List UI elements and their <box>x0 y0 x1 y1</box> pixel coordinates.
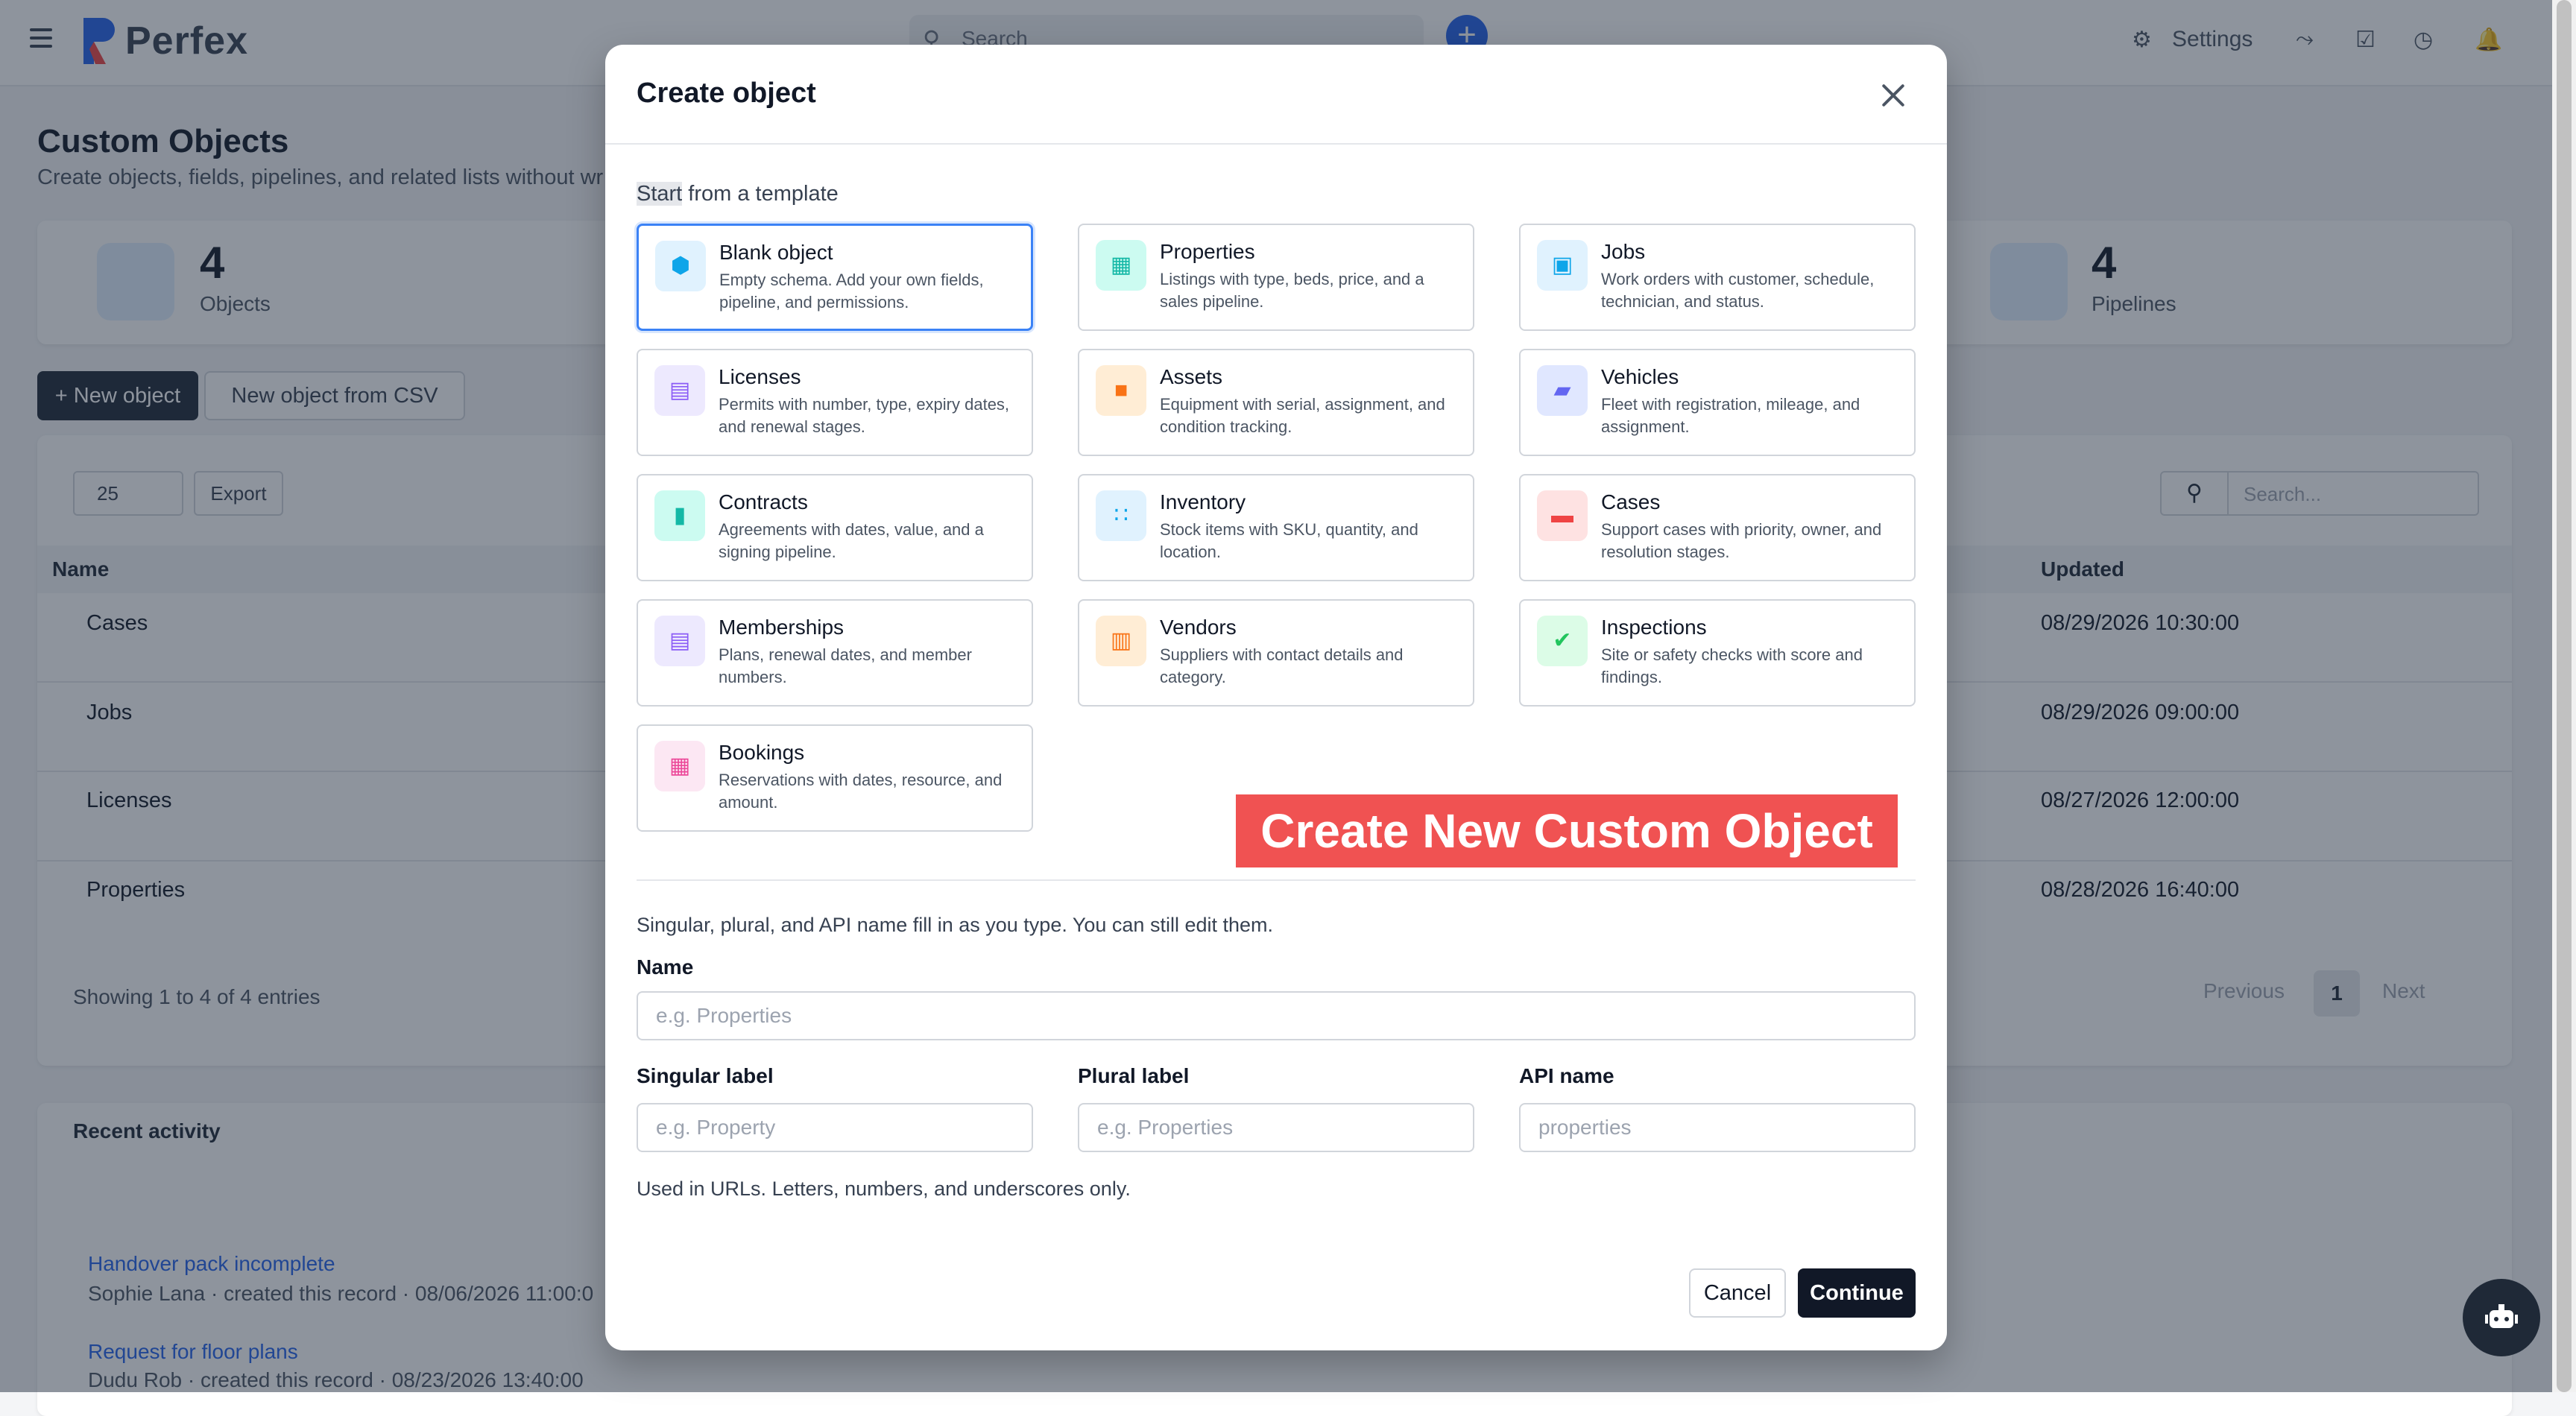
template-name: Assets <box>1160 365 1223 388</box>
name-field[interactable] <box>637 991 1916 1040</box>
robot-icon <box>2485 1304 2518 1328</box>
template-name: Vendors <box>1160 616 1237 639</box>
briefcase-icon: ▣ <box>1537 240 1588 291</box>
create-object-modal: Create object Start from a template ⬢ Bla… <box>605 45 1947 1350</box>
template-card-properties[interactable]: ▦ Properties Listings with type, beds, pri… <box>1078 224 1474 331</box>
clipboard-check-icon: ✔ <box>1537 616 1588 666</box>
id-card-icon: ▤ <box>654 365 705 416</box>
page-scrollbar[interactable] <box>2552 0 2576 1392</box>
template-description: Equipment with serial, assignment, and c… <box>1160 395 1445 436</box>
building-icon: ▦ <box>1096 240 1146 291</box>
template-description: Listings with type, beds, price, and a s… <box>1160 270 1424 311</box>
singular-label: Singular label <box>637 1064 774 1087</box>
ticket-icon: ▬ <box>1537 490 1588 541</box>
plural-label: Plural label <box>1078 1064 1190 1087</box>
template-name: Contracts <box>719 490 808 513</box>
section-divider <box>637 879 1916 881</box>
template-card-vehicles[interactable]: ▰ Vehicles Fleet with registration, mileag… <box>1519 349 1916 456</box>
template-name: Cases <box>1601 490 1661 513</box>
template-description: Work orders with customer, schedule, tec… <box>1601 270 1875 311</box>
template-card-jobs[interactable]: ▣ Jobs Work orders with customer, schedule… <box>1519 224 1916 331</box>
continue-button[interactable]: Continue <box>1798 1268 1916 1318</box>
template-card-inventory[interactable]: ∷ Inventory Stock items with SKU, quantity… <box>1078 474 1474 581</box>
singular-label-field[interactable] <box>637 1103 1033 1152</box>
template-name: Vehicles <box>1601 365 1679 388</box>
template-name: Licenses <box>719 365 801 388</box>
template-card-cases[interactable]: ▬ Cases Support cases with priority, owner… <box>1519 474 1916 581</box>
template-card-licenses[interactable]: ▤ Licenses Permits with number, type, expi… <box>637 349 1033 456</box>
chatbot-button[interactable] <box>2463 1279 2540 1356</box>
template-card-assets[interactable]: ■ Assets Equipment with serial, assignment… <box>1078 349 1474 456</box>
template-card-bookings[interactable]: ▦ Bookings Reservations with dates, resour… <box>637 724 1033 832</box>
plural-label-field[interactable] <box>1078 1103 1474 1152</box>
api-name-hint: Used in URLs. Letters, numbers, and unde… <box>637 1178 1131 1200</box>
template-description: Fleet with registration, mileage, and as… <box>1601 395 1860 436</box>
template-card-blank-object[interactable]: ⬢ Blank object Empty schema. Add your own … <box>637 224 1033 331</box>
section-label-highlight: Start <box>637 182 683 206</box>
template-name: Blank object <box>719 241 833 264</box>
box-icon: ■ <box>1096 365 1146 416</box>
modal-header-divider <box>605 143 1947 145</box>
template-description: Empty schema. Add your own fields, pipel… <box>719 271 984 312</box>
template-description: Support cases with priority, owner, and … <box>1601 520 1882 561</box>
template-description: Stock items with SKU, quantity, and loca… <box>1160 520 1418 561</box>
id-card-icon: ▤ <box>654 616 705 666</box>
api-name-label: API name <box>1519 1064 1614 1087</box>
autofill-helper-text: Singular, plural, and API name fill in a… <box>637 914 1274 936</box>
section-label-rest: from a template <box>682 182 839 206</box>
template-card-memberships[interactable]: ▤ Memberships Plans, renewal dates, and me… <box>637 599 1033 707</box>
template-name: Inventory <box>1160 490 1246 513</box>
template-card-vendors[interactable]: ▥ Vendors Suppliers with contact details a… <box>1078 599 1474 707</box>
api-name-field[interactable] <box>1519 1103 1916 1152</box>
template-section-label: Start from a template <box>637 182 839 206</box>
template-name: Inspections <box>1601 616 1707 639</box>
template-name: Bookings <box>719 741 805 764</box>
template-description: Plans, renewal dates, and member numbers… <box>719 645 972 686</box>
template-name: Properties <box>1160 240 1255 263</box>
cube-icon: ⬢ <box>655 241 706 291</box>
name-label: Name <box>637 955 694 979</box>
template-description: Agreements with dates, value, and a sign… <box>719 520 984 561</box>
modal-title: Create object <box>637 78 816 109</box>
cancel-button[interactable]: Cancel <box>1689 1268 1786 1318</box>
template-description: Reservations with dates, resource, and a… <box>719 771 1003 812</box>
annotation-banner: Create New Custom Object <box>1236 794 1898 867</box>
car-icon: ▰ <box>1537 365 1588 416</box>
template-description: Permits with number, type, expiry dates,… <box>719 395 1010 436</box>
template-card-contracts[interactable]: ▮ Contracts Agreements with dates, value, … <box>637 474 1033 581</box>
store-icon: ▥ <box>1096 616 1146 666</box>
calendar-icon: ▦ <box>654 741 705 791</box>
template-card-inspections[interactable]: ✔ Inspections Site or safety checks with s… <box>1519 599 1916 707</box>
close-icon[interactable] <box>1875 78 1911 113</box>
template-name: Jobs <box>1601 240 1646 263</box>
scrollbar-thumb[interactable] <box>2557 0 2572 1392</box>
boxes-icon: ∷ <box>1096 490 1146 541</box>
template-description: Site or safety checks with score and fin… <box>1601 645 1863 686</box>
file-contract-icon: ▮ <box>654 490 705 541</box>
template-description: Suppliers with contact details and categ… <box>1160 645 1404 686</box>
template-name: Memberships <box>719 616 845 639</box>
